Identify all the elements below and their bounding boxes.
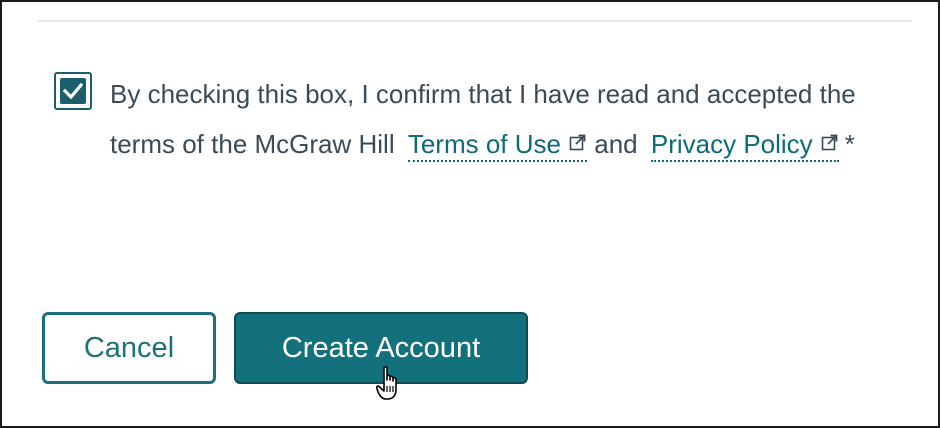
consent-text: By checking this box, I confirm that I h…: [110, 70, 870, 168]
required-marker: *: [844, 129, 855, 159]
form-panel: By checking this box, I confirm that I h…: [0, 0, 940, 428]
external-link-icon: [569, 118, 587, 166]
checkmark-icon: [60, 78, 86, 104]
terms-checkbox[interactable]: [54, 72, 92, 110]
section-divider: [38, 20, 912, 22]
cancel-button[interactable]: Cancel: [42, 312, 216, 384]
consent-connector: and: [594, 129, 638, 159]
privacy-policy-link[interactable]: Privacy Policy: [650, 129, 839, 162]
hand-pointer-cursor-icon: [376, 366, 397, 400]
external-link-icon: [821, 118, 839, 166]
terms-of-use-link[interactable]: Terms of Use: [407, 129, 587, 162]
